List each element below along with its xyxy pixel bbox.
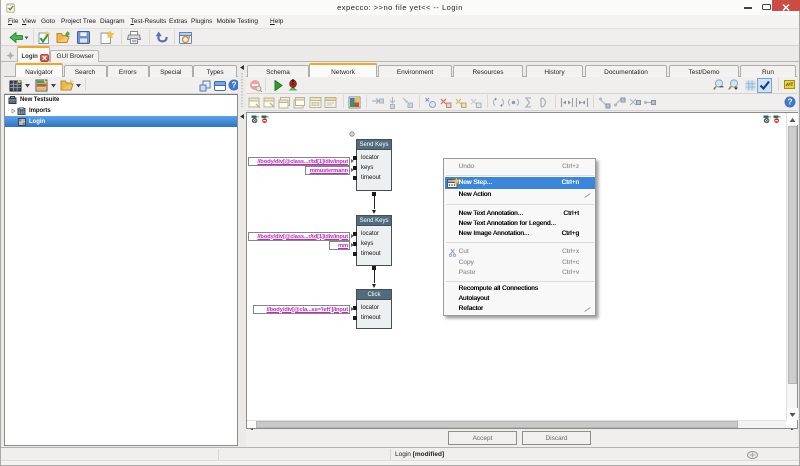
svg-text:?: ? bbox=[787, 97, 792, 107]
svg-text:?: ? bbox=[231, 80, 236, 90]
